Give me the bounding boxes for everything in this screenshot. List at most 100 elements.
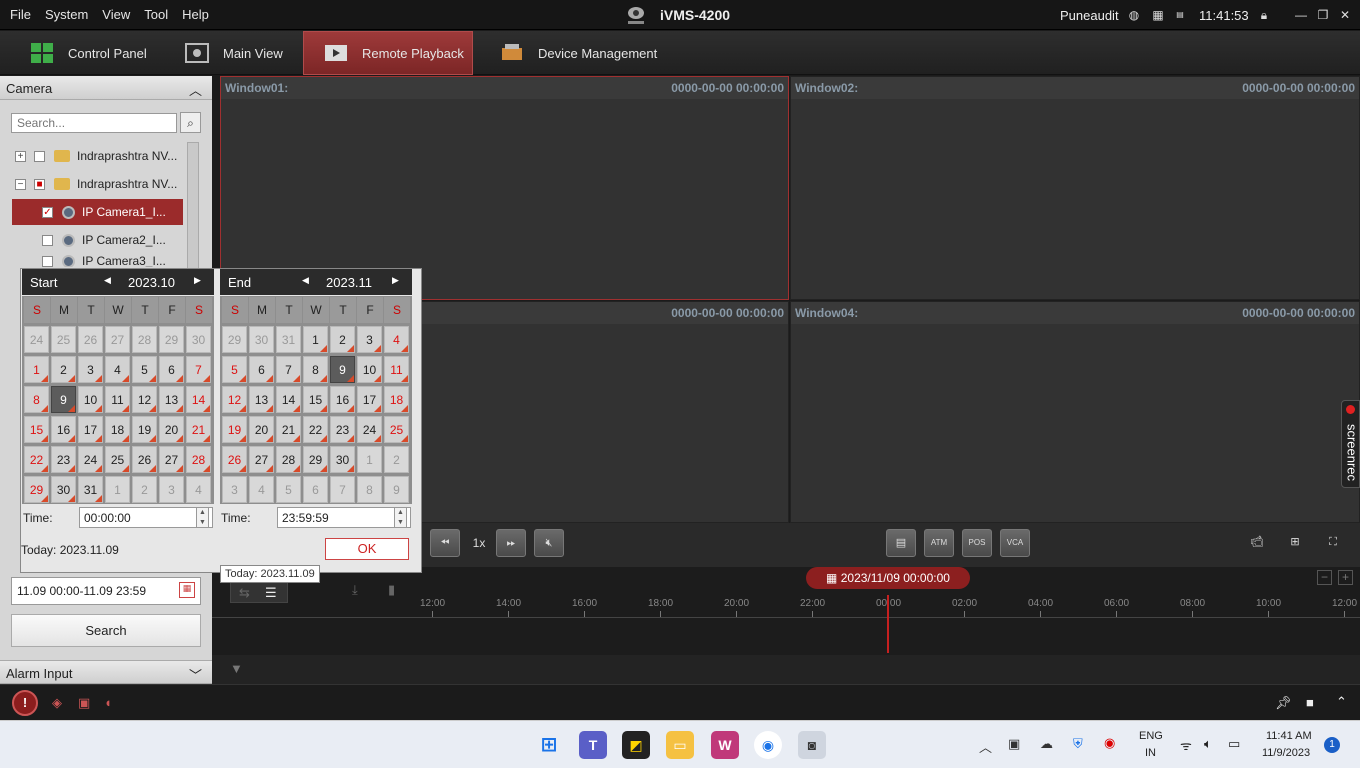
calendar-day[interactable]: 31	[276, 326, 301, 353]
calendar-day[interactable]: 29	[159, 326, 184, 353]
calendar-day[interactable]: 26	[222, 446, 247, 473]
calendar-day[interactable]: 3	[357, 326, 382, 353]
tab-device-management[interactable]: Device Management	[500, 31, 657, 75]
close-button[interactable]: ✕	[1334, 6, 1356, 24]
menu-tool[interactable]: Tool	[144, 7, 168, 22]
calendar-day[interactable]: 5	[276, 476, 301, 503]
cpu-icon[interactable]: ▦	[1150, 7, 1166, 23]
cloud-off-icon[interactable]: ☁	[1040, 736, 1053, 752]
start-time-spinner[interactable]: ▲ ▼	[196, 507, 209, 528]
calendar-day[interactable]: 23	[51, 446, 76, 473]
calendar-day[interactable]: 12	[222, 386, 247, 413]
calendar-day[interactable]: 28	[132, 326, 157, 353]
calendar-day[interactable]: 4	[249, 476, 274, 503]
checkbox-checked[interactable]: ✓	[42, 206, 53, 218]
security-icon[interactable]: ⛨	[1073, 736, 1083, 752]
calendar-day[interactable]: 15	[303, 386, 328, 413]
globe-icon[interactable]: ◍	[1126, 7, 1142, 23]
speed-up-button[interactable]: ⏩︎	[496, 529, 526, 557]
calendar-day[interactable]: 25	[105, 446, 130, 473]
calendar-day[interactable]: 30	[51, 476, 76, 503]
calendar-day[interactable]: 28	[186, 446, 211, 473]
tab-main-view[interactable]: Main View	[185, 31, 283, 75]
calendar-day[interactable]: 8	[303, 356, 328, 383]
expand-up-icon[interactable]: ⌃	[1336, 694, 1347, 710]
calendar-day[interactable]: 1	[105, 476, 130, 503]
timeline[interactable]: ⇆ ☰ ⤓ ▮ ▦ 2023/11/09 00:00:00 − + 12:00 1…	[212, 567, 1360, 655]
camera-search-input[interactable]	[11, 113, 177, 133]
calendar-day[interactable]: 18	[105, 416, 130, 443]
calendar-day[interactable]: 17	[78, 416, 103, 443]
calendar-day[interactable]: 21	[186, 416, 211, 443]
calendar-day[interactable]: 30	[249, 326, 274, 353]
menu-file[interactable]: File	[10, 7, 31, 22]
tree-item-camera-2[interactable]: IP Camera2_I...	[12, 227, 183, 253]
calendar-day[interactable]: 26	[78, 326, 103, 353]
ok-button[interactable]: OK	[325, 538, 409, 560]
calendar-day[interactable]: 27	[105, 326, 130, 353]
tree-item-camera-1[interactable]: ✓ IP Camera1_I...	[12, 199, 183, 225]
wps-office-icon[interactable]: W	[711, 731, 739, 759]
calendar-day[interactable]: 17	[357, 386, 382, 413]
slider-icon[interactable]: ☰	[265, 585, 277, 601]
calendar-day[interactable]: 4	[186, 476, 211, 503]
checkbox[interactable]: ■	[34, 178, 45, 190]
zoom-in-icon[interactable]: +	[1338, 570, 1353, 585]
calendar-day[interactable]: 8	[357, 476, 382, 503]
volume-icon[interactable]: 🔈︎	[1204, 736, 1212, 752]
recording-icon[interactable]: ◉	[1104, 735, 1115, 751]
camera-panel-header[interactable]: Camera ︿	[0, 76, 212, 100]
calendar-day[interactable]: 22	[24, 446, 49, 473]
arrows-icon[interactable]: ⇆	[239, 585, 250, 601]
tree-scrollbar[interactable]	[187, 142, 199, 272]
calendar-day[interactable]: 10	[357, 356, 382, 383]
file-explorer-icon[interactable]: ▭	[666, 731, 694, 759]
expand-chevron-icon[interactable]: ﹀	[189, 665, 202, 684]
calendar-day[interactable]: 9	[384, 476, 409, 503]
calendar-day[interactable]: 15	[24, 416, 49, 443]
calendar-day[interactable]: 3	[222, 476, 247, 503]
calendar-day[interactable]: 28	[276, 446, 301, 473]
show-hidden-icons[interactable]: ︿	[979, 737, 992, 756]
calendar-day[interactable]: 2	[132, 476, 157, 503]
calendar-day[interactable]: 24	[24, 326, 49, 353]
teams-icon[interactable]: T	[579, 731, 607, 759]
calendar-day[interactable]: 11	[384, 356, 409, 383]
calendar-day[interactable]: 11	[105, 386, 130, 413]
collapse-icon[interactable]: ︿	[189, 80, 202, 99]
normal-record-icon[interactable]: ▤	[886, 529, 916, 557]
sticky-notes-icon[interactable]: ◩	[622, 731, 650, 759]
calendar-day[interactable]: 27	[159, 446, 184, 473]
lock-icon[interactable]: 🔒︎	[1256, 7, 1272, 23]
tray-app-icon[interactable]: ▣	[1008, 736, 1020, 752]
wifi-icon[interactable]: ᯤ	[1180, 736, 1192, 754]
calendar-day[interactable]: 9	[51, 386, 76, 413]
calendar-day[interactable]: 7	[330, 476, 355, 503]
calendar-day[interactable]: 30	[186, 326, 211, 353]
zoom-out-icon[interactable]: −	[1317, 570, 1332, 585]
alarm-icon[interactable]: !	[12, 690, 38, 716]
calendar-day[interactable]: 12	[132, 386, 157, 413]
calendar-day[interactable]: 5	[222, 356, 247, 383]
calendar-day[interactable]: 16	[330, 386, 355, 413]
calendar-day[interactable]: 24	[357, 416, 382, 443]
timeline-mode-toggle[interactable]: ⇆ ☰	[230, 581, 288, 603]
calendar-day[interactable]: 19	[222, 416, 247, 443]
calendar-day[interactable]: 3	[78, 356, 103, 383]
window-layout-icon[interactable]: ⊞	[1280, 529, 1310, 557]
filter-icon[interactable]: ▼	[230, 661, 243, 676]
calendar-day[interactable]: 21	[276, 416, 301, 443]
playback-window-4[interactable]: Window04: 0000-00-00 00:00:00	[790, 301, 1360, 523]
tab-remote-playback[interactable]: Remote Playback	[303, 31, 473, 75]
calendar-day[interactable]: 27	[249, 446, 274, 473]
window-icon[interactable]: ■	[1306, 695, 1314, 710]
calendar-day[interactable]: 6	[159, 356, 184, 383]
calendar-day[interactable]: 19	[132, 416, 157, 443]
language-secondary[interactable]: IN	[1145, 747, 1156, 759]
calendar-day[interactable]: 8	[24, 386, 49, 413]
calendar-day[interactable]: 2	[51, 356, 76, 383]
calendar-day[interactable]: 29	[303, 446, 328, 473]
alarm-sound-icon[interactable]: ◈	[52, 695, 62, 711]
chrome-icon[interactable]: ◉	[754, 731, 782, 759]
calendar-day[interactable]: 2	[330, 326, 355, 353]
